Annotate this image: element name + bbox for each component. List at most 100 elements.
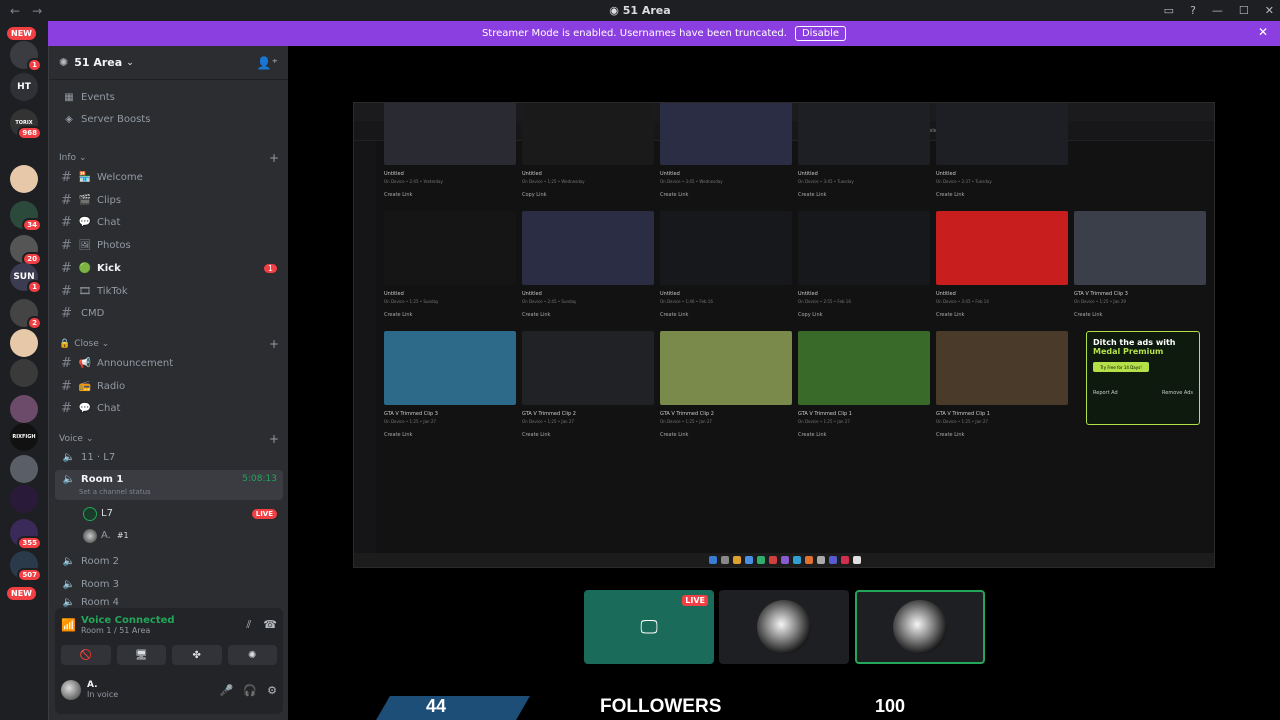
clip-card[interactable]: Untitled On Device • 3:45 • Feb 14 Create …	[936, 211, 1068, 329]
taskbar-app-icon[interactable]	[841, 556, 849, 564]
clip-thumbnail[interactable]	[522, 331, 654, 405]
server-icon[interactable]: 20	[10, 235, 42, 266]
channel-radio[interactable]: # 📻 Radio	[55, 376, 283, 397]
clip-link-action[interactable]: Create Link	[798, 192, 930, 198]
guild-header[interactable]: ✺ 51 Area ⌄ 👤⁺	[49, 46, 288, 80]
channel-photos[interactable]: # 🖼 Photos	[55, 235, 283, 256]
taskbar-app-icon[interactable]	[817, 556, 825, 564]
voice-member-a[interactable]: A. #1	[77, 525, 283, 546]
activities-button[interactable]: ✤	[172, 645, 222, 665]
taskbar-app-icon[interactable]	[805, 556, 813, 564]
clip-thumbnail[interactable]	[384, 103, 516, 165]
participant-tile-speaking[interactable]	[855, 590, 985, 664]
clip-thumbnail[interactable]	[936, 331, 1068, 405]
clip-card[interactable]: GTA V Trimmed Clip 3 On Device • 1:25 • J…	[1074, 211, 1206, 329]
taskbar-app-icon[interactable]	[829, 556, 837, 564]
report-ad-link[interactable]: Report Ad	[1093, 390, 1118, 396]
clip-thumbnail[interactable]	[660, 331, 792, 405]
camera-off-button[interactable]: 🚫	[61, 645, 111, 665]
channel-chat[interactable]: # 💬 Chat	[55, 398, 283, 419]
minimize-button[interactable]: —	[1212, 4, 1223, 17]
voice-channel-room-3[interactable]: 🔈 Room 3	[55, 574, 283, 595]
taskbar-app-icon[interactable]	[733, 556, 741, 564]
add-channel-icon[interactable]: +	[269, 432, 279, 446]
signal-icon[interactable]: 📶	[61, 618, 81, 632]
clip-link-action[interactable]: Create Link	[936, 432, 1068, 438]
forward-icon[interactable]: →	[32, 4, 42, 18]
clip-thumbnail[interactable]	[1074, 211, 1206, 285]
clip-link-action[interactable]: Copy Link	[522, 192, 654, 198]
taskbar-app-icon[interactable]	[853, 556, 861, 564]
server-icon[interactable]: 34	[10, 201, 42, 232]
channel-welcome[interactable]: # 🏪 Welcome	[55, 167, 283, 188]
taskbar-app-icon[interactable]	[709, 556, 717, 564]
add-channel-icon[interactable]: +	[269, 337, 279, 351]
headphones-icon[interactable]: 🎧	[243, 684, 257, 697]
try-free-button[interactable]: Try Free for 14 Days!	[1093, 362, 1149, 372]
voice-channel-room-4[interactable]: 🔈 Room 4	[55, 596, 283, 608]
clip-card[interactable]: GTA V Trimmed Clip 3 On Device • 1:25 • J…	[384, 331, 516, 449]
server-icon[interactable]	[10, 485, 38, 513]
clip-link-action[interactable]: Create Link	[660, 432, 792, 438]
voice-channel-11-l7[interactable]: 🔈 11 · L7	[55, 447, 283, 468]
channel-chat[interactable]: # 💬 Chat	[55, 212, 283, 233]
server-icon[interactable]: 2	[10, 299, 42, 330]
clip-thumbnail[interactable]	[522, 211, 654, 285]
channel-cmd[interactable]: # CMD	[55, 303, 283, 324]
gear-icon[interactable]: ⚙	[267, 684, 277, 697]
channel-announcement[interactable]: # 📢 Announcement	[55, 353, 283, 374]
clip-link-action[interactable]: Create Link	[660, 192, 792, 198]
voice-member-l7[interactable]: L7 LIVE	[77, 503, 283, 524]
channel-status-placeholder[interactable]: Set a channel status	[79, 488, 151, 496]
stream-tile[interactable]: 🖵 LIVE	[584, 590, 714, 664]
clip-thumbnail[interactable]	[384, 331, 516, 405]
server-icon[interactable]	[10, 329, 38, 357]
taskbar-app-icon[interactable]	[745, 556, 753, 564]
clip-card[interactable]: Untitled On Device • 1:25 • Sunday Create …	[384, 211, 516, 329]
close-icon[interactable]: ✕	[1258, 25, 1268, 39]
server-icon[interactable]	[10, 395, 38, 423]
clip-thumbnail[interactable]	[798, 211, 930, 285]
clip-link-action[interactable]: Create Link	[384, 192, 516, 198]
clip-card[interactable]: GTA V Trimmed Clip 1 On Device • 1:25 • J…	[798, 331, 930, 449]
clip-card[interactable]: Untitled On Device • 2:55 • Feb 16 Copy Li…	[798, 211, 930, 329]
clip-link-action[interactable]: Create Link	[660, 312, 792, 318]
clip-card[interactable]: Untitled On Device • 2:45 • Sunday Create …	[522, 211, 654, 329]
channel-clips[interactable]: # 🎬 Clips	[55, 190, 283, 211]
remove-ads-link[interactable]: Remove Ads	[1162, 390, 1193, 396]
clip-thumbnail[interactable]	[798, 331, 930, 405]
clip-link-action[interactable]: Create Link	[798, 432, 930, 438]
taskbar-app-icon[interactable]	[757, 556, 765, 564]
clip-thumbnail[interactable]	[936, 211, 1068, 285]
server-boosts-item[interactable]: ◈ Server Boosts	[55, 109, 283, 130]
clip-card[interactable]: GTA V Trimmed Clip 2 On Device • 1:25 • J…	[660, 331, 792, 449]
help-icon[interactable]: ?	[1190, 4, 1196, 17]
clip-link-action[interactable]: Create Link	[936, 192, 1068, 198]
server-icon[interactable]	[10, 359, 38, 387]
clip-thumbnail[interactable]	[384, 211, 516, 285]
server-icon[interactable]	[10, 455, 38, 483]
clip-thumbnail[interactable]	[660, 211, 792, 285]
noise-suppression-icon[interactable]: ⫽	[246, 618, 251, 632]
clip-link-action[interactable]: Create Link	[522, 312, 654, 318]
clip-card[interactable]: Untitled On Device • 2:37 • Tuesday Create…	[936, 103, 1068, 209]
back-icon[interactable]: ←	[10, 4, 20, 18]
clip-card[interactable]: GTA V Trimmed Clip 2 On Device • 1:25 • J…	[522, 331, 654, 449]
clip-card[interactable]: Untitled On Device • 1:46 • Feb 16 Create …	[660, 211, 792, 329]
close-window-button[interactable]: ✕	[1265, 4, 1274, 17]
clip-card[interactable]: Untitled On Device • 2:45 • Yesterday Crea…	[384, 103, 516, 209]
inbox-icon[interactable]: ▭	[1164, 4, 1174, 17]
server-icon[interactable]: RIXFIGH	[10, 423, 38, 451]
server-icon[interactable]	[10, 165, 38, 193]
clip-card[interactable]: Untitled On Device • 3:45 • Wednesday Crea…	[660, 103, 792, 209]
taskbar-app-icon[interactable]	[793, 556, 801, 564]
category-info[interactable]: Info ⌄ +	[59, 151, 279, 165]
taskbar-app-icon[interactable]	[781, 556, 789, 564]
clip-link-action[interactable]: Create Link	[522, 432, 654, 438]
add-channel-icon[interactable]: +	[269, 151, 279, 165]
clip-thumbnail[interactable]	[660, 103, 792, 165]
clip-link-action[interactable]: Create Link	[384, 432, 516, 438]
voice-channel-room-2[interactable]: 🔈 Room 2	[55, 551, 283, 572]
clip-card[interactable]: GTA V Trimmed Clip 1 On Device • 1:25 • J…	[936, 331, 1068, 449]
maximize-button[interactable]: ☐	[1239, 4, 1249, 17]
